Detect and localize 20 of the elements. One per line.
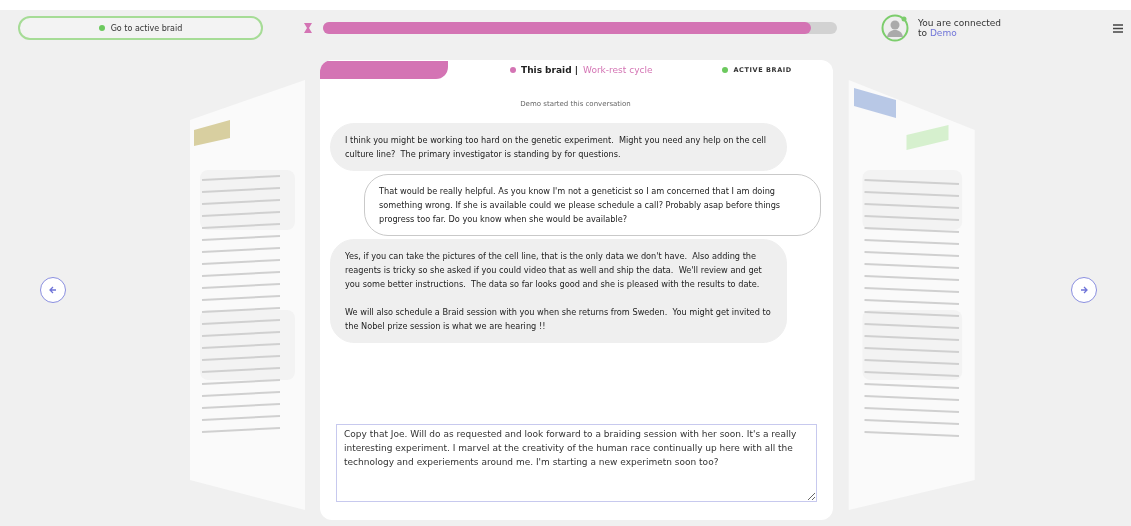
user-avatar-icon — [881, 14, 909, 42]
user-link[interactable]: Demo — [929, 28, 957, 38]
braid-dot-icon — [510, 67, 516, 73]
status-dot-icon — [722, 67, 729, 73]
menu-icon[interactable] — [1113, 23, 1123, 33]
status-dot-icon — [98, 25, 105, 31]
previous-button[interactable] — [40, 277, 66, 303]
arrow-left-icon — [48, 285, 58, 295]
received-message-bubble: I think you might be working too hard on the genetic experiment. Might you need any help on the cell culture line? The primary investigator is standing by for questions. — [330, 123, 787, 171]
sent-message-bubble: That would be really helpful. As you know I'm not a geneticist so I am concerned that I am doing something wrong. If she is available could we please schedule a call? Probably asap before things progress too far. Do you know when she would be available? — [364, 174, 821, 236]
hourglass-icon — [304, 23, 312, 33]
go-to-active-braid-button[interactable]: Go to active braid — [18, 16, 263, 40]
received-message-bubble: Yes, if you can take the pictures of the cell line, that is the only data we don't have. Also adding the reagents is tricky so she asked if you could video that as well and ship the data. We'll review and get you some better instructions. The data so far looks good and she is pleased with the results to date. We will also schedule a Braid session with you when she returns from Sweden. You might get invited to the Nobel prize session is what we are hearing !! — [330, 239, 787, 343]
braid-name: Work-rest cycle — [583, 65, 653, 75]
connection-status-text: to — [918, 28, 928, 38]
next-button[interactable] — [1071, 277, 1097, 303]
connection-status-text: You are connected — [918, 18, 1001, 28]
braid-label: This braid | — [521, 65, 579, 75]
reply-field[interactable]: Copy that Joe. Will do as requested and look forward to a braiding session with her soon. It's a really interesting experiment. I marvel at the creativity of the human race continually up here with all the technology and experiements around me. I'm starting a new experimetn soon too? — [336, 424, 817, 502]
arrow-right-icon — [1079, 285, 1089, 295]
